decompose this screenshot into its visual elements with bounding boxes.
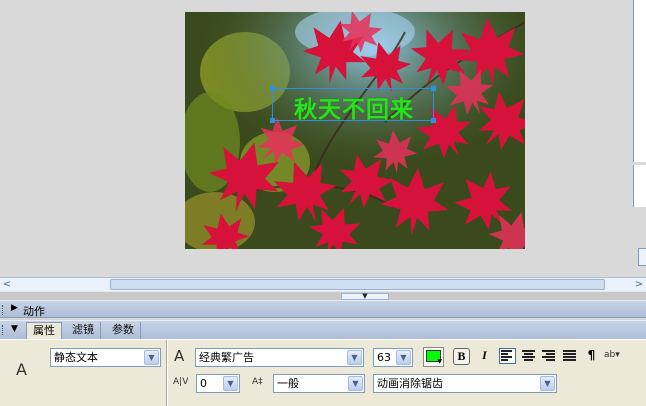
maple-leaves-artwork <box>185 12 525 249</box>
collapsed-triangle-icon[interactable]: ▶ <box>11 303 18 313</box>
anti-alias-select[interactable]: 动画消除锯齿 ▼ <box>373 374 557 393</box>
font-size-value: 63 <box>377 351 391 364</box>
scroll-left-arrow-icon[interactable]: < <box>1 278 13 291</box>
panel-divider[interactable]: ▼ <box>0 291 646 300</box>
font-icon: A <box>174 347 185 365</box>
horizontal-scrollbar[interactable]: < > <box>0 277 646 291</box>
chevron-down-icon[interactable]: ▼ <box>223 376 238 391</box>
selected-text-box[interactable]: 秋天不回来 <box>270 86 436 124</box>
scroll-right-arrow-icon[interactable]: > <box>633 278 645 291</box>
chevron-down-icon[interactable]: ▼ <box>540 376 555 391</box>
font-family-select[interactable]: 经典繁广告 ▼ <box>195 348 364 367</box>
justify-icon[interactable] <box>563 350 576 362</box>
font-size-field[interactable]: 63 ▼ <box>373 348 413 367</box>
panel-gripper[interactable] <box>2 305 5 315</box>
right-panel-middle <box>633 165 646 207</box>
chevron-down-icon[interactable]: ▼ <box>347 350 362 365</box>
maple-leaves-image[interactable] <box>185 12 525 249</box>
chevron-down-icon[interactable]: ▼ <box>348 376 363 391</box>
char-position-value: 一般 <box>277 377 299 390</box>
text-color-picker[interactable]: ▼ <box>423 347 444 367</box>
char-position-icon: A‡ <box>252 377 263 387</box>
bold-button[interactable]: B <box>453 348 470 365</box>
italic-button[interactable]: I <box>476 348 493 365</box>
text-type-value: 静态文本 <box>54 351 98 364</box>
align-center-icon[interactable] <box>522 350 535 362</box>
expanded-triangle-icon[interactable]: ▼ <box>11 324 18 334</box>
panel-gripper[interactable] <box>2 325 5 335</box>
actions-panel-header[interactable]: ▶ 动作 <box>0 300 646 318</box>
font-family-value: 经典繁广告 <box>199 351 254 364</box>
headline-text[interactable]: 秋天不回来 <box>273 90 435 124</box>
actions-panel-title: 动作 <box>23 305 45 318</box>
vertical-separator <box>166 340 168 406</box>
paragraph-icon[interactable]: ¶ <box>583 348 600 365</box>
char-position-select[interactable]: 一般 ▼ <box>273 374 365 393</box>
letter-spacing-field[interactable]: 0 ▼ <box>196 374 240 393</box>
tab-filters[interactable]: 滤镜 <box>66 322 101 339</box>
chevron-down-icon: ▼ <box>437 358 442 365</box>
collapse-grip-icon[interactable]: ▼ <box>341 293 389 300</box>
chevron-down-icon[interactable]: ▼ <box>144 350 159 365</box>
letter-spacing-value: 0 <box>200 377 207 390</box>
tab-parameters[interactable]: 参数 <box>106 322 141 339</box>
align-left-icon[interactable] <box>499 348 516 364</box>
scrollbar-thumb[interactable] <box>110 279 605 290</box>
right-panel-top <box>633 0 646 162</box>
text-tool-icon: A <box>16 360 27 379</box>
tab-properties[interactable]: 属性 <box>26 322 62 339</box>
right-panel-button[interactable] <box>638 248 646 266</box>
letter-spacing-icon: A|V <box>173 377 189 387</box>
anti-alias-value: 动画消除锯齿 <box>377 377 443 390</box>
align-right-icon[interactable] <box>542 350 555 362</box>
chevron-down-icon[interactable]: ▼ <box>396 350 411 365</box>
text-type-select[interactable]: 静态文本 ▼ <box>50 348 161 367</box>
text-options-icon[interactable]: ab▾ <box>604 350 620 360</box>
